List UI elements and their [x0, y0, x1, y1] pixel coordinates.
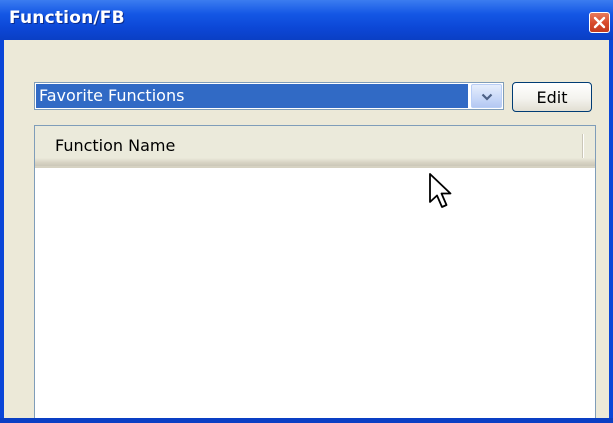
- window-bottom-border: [0, 418, 613, 423]
- mouse-pointer-icon: [428, 172, 456, 216]
- close-button[interactable]: [589, 12, 610, 33]
- title-bar[interactable]: Function/FB: [0, 0, 613, 40]
- list-header: Function Name: [35, 126, 595, 168]
- column-divider[interactable]: [582, 134, 584, 158]
- dropdown-arrow-button[interactable]: [471, 84, 502, 108]
- function-category-value: Favorite Functions: [36, 84, 468, 108]
- column-header-function-name[interactable]: Function Name: [35, 126, 581, 166]
- dialog-body: Favorite Functions Edit Function Name: [4, 40, 609, 422]
- list-body[interactable]: [35, 168, 595, 421]
- close-icon: [593, 16, 606, 29]
- chevron-down-icon: [481, 87, 493, 106]
- edit-button[interactable]: Edit: [512, 82, 592, 112]
- function-category-select[interactable]: Favorite Functions: [34, 82, 504, 110]
- function-list[interactable]: Function Name: [34, 125, 596, 422]
- window-title: Function/FB: [9, 8, 125, 28]
- function-fb-window: Function/FB Favorite Functions Edit Func…: [0, 0, 613, 423]
